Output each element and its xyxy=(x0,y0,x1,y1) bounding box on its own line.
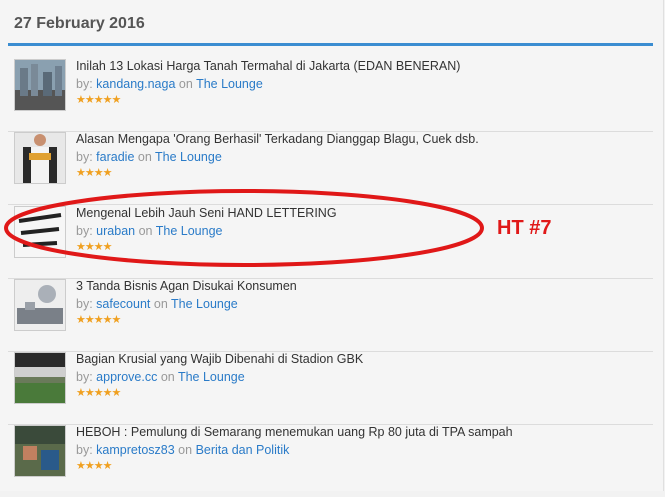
list-item: HEBOH : Pemulung di Semarang menemukan u… xyxy=(8,425,653,497)
author-link[interactable]: approve.cc xyxy=(96,370,157,384)
list-item: Mengenal Lebih Jauh Seni HAND LETTERING … xyxy=(8,206,653,279)
author-link[interactable]: kampretosz83 xyxy=(96,443,175,457)
rating-stars: ★★★★★ xyxy=(76,94,121,106)
rating-stars: ★★★★ xyxy=(76,241,112,253)
list-item: Bagian Krusial yang Wajib Dibenahi di St… xyxy=(8,352,653,425)
rating-stars: ★★★★★ xyxy=(76,314,121,326)
thread-meta: by: kampretosz83 on Berita dan Politik xyxy=(76,443,289,457)
list-item: Inilah 13 Lokasi Harga Tanah Termahal di… xyxy=(8,59,653,132)
thread-thumbnail[interactable] xyxy=(14,279,66,331)
by-label: by: xyxy=(76,150,93,164)
on-label: on xyxy=(178,77,193,91)
thread-title[interactable]: HEBOH : Pemulung di Semarang menemukan u… xyxy=(76,425,513,439)
thread-title[interactable]: Mengenal Lebih Jauh Seni HAND LETTERING xyxy=(76,206,337,220)
by-label: by: xyxy=(76,297,93,311)
thread-title[interactable]: Alasan Mengapa 'Orang Berhasil' Terkadan… xyxy=(76,132,479,146)
by-label: by: xyxy=(76,370,93,384)
hot-thread-panel: 27 February 2016 Inilah 13 Lokasi Harga … xyxy=(0,0,664,491)
on-label: on xyxy=(137,150,152,164)
rating-stars: ★★★★ xyxy=(76,167,112,179)
annotation-label: HT #7 xyxy=(497,217,552,239)
thread-meta: by: approve.cc on The Lounge xyxy=(76,370,245,384)
author-link[interactable]: safecount xyxy=(96,297,150,311)
thread-thumbnail[interactable] xyxy=(14,206,66,258)
date-header: 27 February 2016 xyxy=(14,15,145,32)
on-label: on xyxy=(153,297,168,311)
list-item: 3 Tanda Bisnis Agan Disukai Konsumen by:… xyxy=(8,279,653,352)
rating-stars: ★★★★ xyxy=(76,460,112,472)
author-link[interactable]: faradie xyxy=(96,150,134,164)
author-link[interactable]: kandang.naga xyxy=(96,77,175,91)
thread-title[interactable]: 3 Tanda Bisnis Agan Disukai Konsumen xyxy=(76,279,297,293)
forum-link[interactable]: The Lounge xyxy=(156,224,223,238)
thread-meta: by: faradie on The Lounge xyxy=(76,150,222,164)
author-link[interactable]: uraban xyxy=(96,224,135,238)
forum-link[interactable]: The Lounge xyxy=(155,150,222,164)
thread-meta: by: uraban on The Lounge xyxy=(76,224,222,238)
by-label: by: xyxy=(76,443,93,457)
on-label: on xyxy=(160,370,175,384)
forum-link[interactable]: The Lounge xyxy=(171,297,238,311)
forum-link[interactable]: The Lounge xyxy=(178,370,245,384)
thread-thumbnail[interactable] xyxy=(14,352,66,404)
rating-stars: ★★★★★ xyxy=(76,387,121,399)
thread-title[interactable]: Bagian Krusial yang Wajib Dibenahi di St… xyxy=(76,352,363,366)
thread-meta: by: kandang.naga on The Lounge xyxy=(76,77,263,91)
by-label: by: xyxy=(76,77,93,91)
thread-title[interactable]: Inilah 13 Lokasi Harga Tanah Termahal di… xyxy=(76,59,460,73)
forum-link[interactable]: Berita dan Politik xyxy=(196,443,290,457)
thread-meta: by: safecount on The Lounge xyxy=(76,297,238,311)
thread-thumbnail[interactable] xyxy=(14,59,66,111)
thread-thumbnail[interactable] xyxy=(14,425,66,477)
thread-thumbnail[interactable] xyxy=(14,132,66,184)
by-label: by: xyxy=(76,224,93,238)
list-item: Alasan Mengapa 'Orang Berhasil' Terkadan… xyxy=(8,132,653,205)
on-label: on xyxy=(138,224,153,238)
forum-link[interactable]: The Lounge xyxy=(196,77,263,91)
on-label: on xyxy=(178,443,193,457)
header-divider xyxy=(8,43,653,46)
